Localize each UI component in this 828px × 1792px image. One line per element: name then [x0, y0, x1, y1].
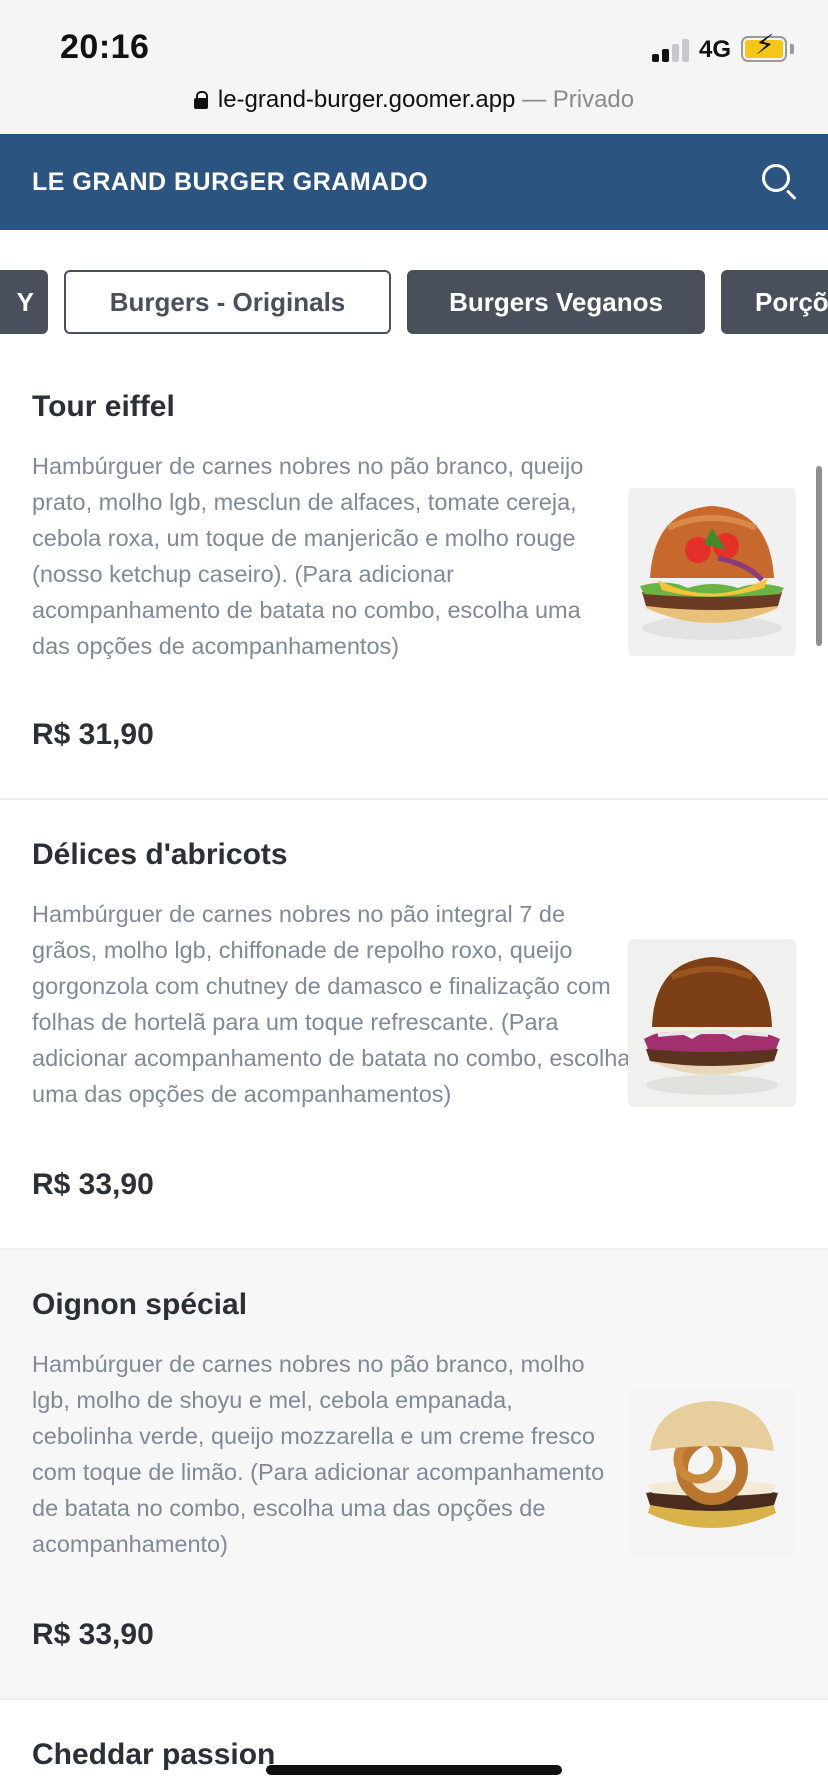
tab-porcoes[interactable]: Porçõ [721, 270, 828, 334]
item-price: R$ 33,90 [32, 1618, 154, 1651]
address-bar[interactable]: le-grand-burger.goomer.app — Privado [0, 86, 828, 114]
tab-burgers-originals[interactable]: Burgers - Originals [64, 270, 391, 334]
burger-photo [628, 939, 796, 1107]
menu-item[interactable]: Délices d'abricots Hambúrguer de carnes … [0, 798, 828, 1248]
menu-item[interactable]: Tour eiffel Hambúrguer de carnes nobres … [0, 336, 828, 798]
scrollbar[interactable] [816, 466, 822, 646]
tab-burgers-veganos[interactable]: Burgers Veganos [407, 270, 705, 334]
item-description: Hambúrguer de carnes nobres no pão branc… [32, 453, 584, 659]
signal-icon [652, 38, 690, 62]
restaurant-title: LE GRAND BURGER GRAMADO [32, 168, 429, 196]
network-type: 4G [699, 36, 732, 63]
charging-icon: ⚡ [755, 29, 775, 60]
tab-category-previous[interactable]: Y [0, 270, 48, 334]
item-price: R$ 31,90 [32, 718, 154, 751]
menu-item[interactable]: Cheddar passion [0, 1698, 828, 1792]
item-name: Cheddar passion [32, 1738, 276, 1771]
url-text: le-grand-burger.goomer.app [217, 86, 516, 113]
item-name: Tour eiffel [32, 390, 175, 423]
item-description: Hambúrguer de carnes nobres no pão branc… [32, 1351, 605, 1557]
status-bar: 20:16 4G ⚡ le-grand-burger.goomer.app — … [0, 0, 828, 134]
item-name: Délices d'abricots [32, 838, 288, 871]
menu-item[interactable]: Oignon spécial Hambúrguer de carnes nobr… [0, 1248, 828, 1698]
status-time: 20:16 [60, 28, 150, 66]
app-header: LE GRAND BURGER GRAMADO [0, 134, 828, 230]
lock-icon [193, 91, 208, 109]
burger-photo [628, 1389, 796, 1557]
item-price: R$ 33,90 [32, 1168, 154, 1201]
private-label: — Privado [522, 86, 635, 113]
item-name: Oignon spécial [32, 1288, 248, 1321]
search-icon[interactable] [760, 162, 800, 202]
home-indicator[interactable] [266, 1765, 562, 1775]
item-description: Hambúrguer de carnes nobres no pão integ… [32, 901, 631, 1107]
burger-photo [628, 488, 796, 656]
category-tabs: Y Burgers - Originals Burgers Veganos Po… [0, 270, 828, 336]
